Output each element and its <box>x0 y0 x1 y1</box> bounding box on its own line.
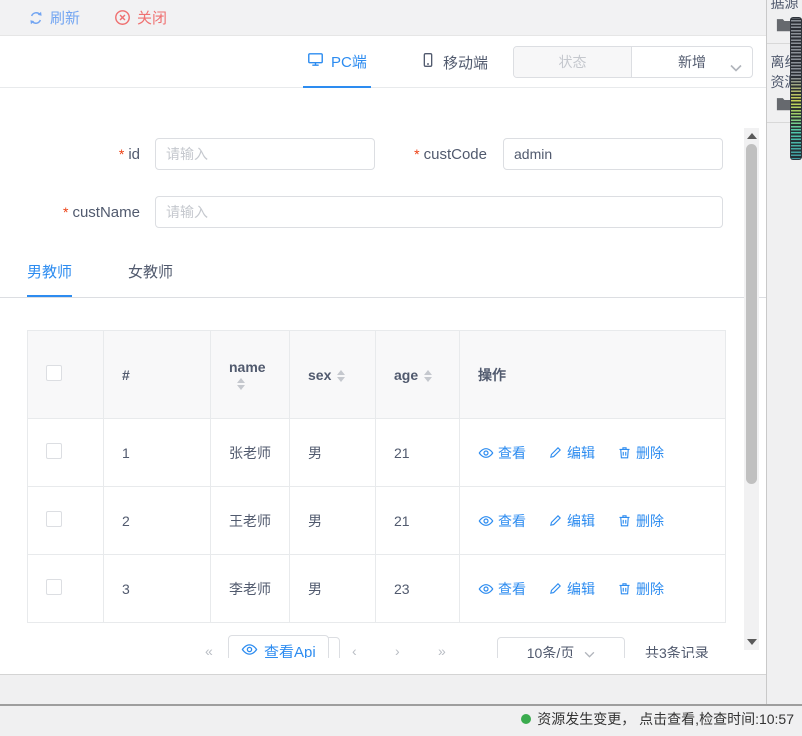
table-row: 3 李老师 男 23 查看 编辑 <box>28 555 726 623</box>
edit-button[interactable]: 编辑 <box>548 511 595 531</box>
edit-button[interactable]: 编辑 <box>548 443 595 463</box>
custcode-field-label: *custCode <box>380 138 487 170</box>
row-checkbox[interactable] <box>46 443 62 459</box>
close-button[interactable]: 关闭 <box>114 7 167 28</box>
trash-icon <box>617 513 632 528</box>
table-row: 1 张老师 男 21 查看 编辑 <box>28 419 726 487</box>
custname-input[interactable] <box>155 196 723 228</box>
sort-icon[interactable] <box>424 370 432 382</box>
scroll-down-arrow-icon[interactable] <box>747 639 757 645</box>
device-tabbar: PC端 移动端 状态 新增 <box>0 36 766 88</box>
id-field-label: *id <box>0 138 140 170</box>
sort-icon[interactable] <box>237 378 245 390</box>
trash-icon <box>617 581 632 596</box>
top-toolbar: 刷新 关闭 <box>0 0 766 36</box>
sidebar-scrollbar-meter[interactable] <box>790 17 802 160</box>
row-checkbox[interactable] <box>46 511 62 527</box>
content-viewport: *id *custCode *custName 男教师 女教师 <box>0 88 766 658</box>
teacher-tabs: 男教师 女教师 <box>0 248 766 298</box>
status-button[interactable]: 状态 <box>514 47 632 77</box>
col-header-sex[interactable]: sex <box>290 331 376 419</box>
phone-icon <box>420 52 436 72</box>
first-page-button[interactable]: « <box>205 643 213 658</box>
scrollbar-thumb[interactable] <box>746 144 757 484</box>
status-message: 资源发生变更， 点击查看,检查时间:10:57 <box>537 709 794 729</box>
col-header-name[interactable]: name <box>211 331 290 419</box>
tab-pc-label: PC端 <box>331 51 367 72</box>
view-button[interactable]: 查看 <box>478 511 526 531</box>
refresh-label: 刷新 <box>50 7 80 28</box>
tab-male-teacher[interactable]: 男教师 <box>27 256 72 297</box>
delete-button[interactable]: 删除 <box>617 511 664 531</box>
view-button[interactable]: 查看 <box>478 579 526 599</box>
close-circle-icon <box>114 9 131 26</box>
delete-button[interactable]: 删除 <box>617 579 664 599</box>
edit-button[interactable]: 编辑 <box>548 579 595 599</box>
pencil-icon <box>548 513 563 528</box>
scroll-up-arrow-icon[interactable] <box>747 133 757 139</box>
eye-icon <box>478 513 494 529</box>
view-button[interactable]: 查看 <box>478 443 526 463</box>
tab-mobile-label: 移动端 <box>443 52 488 73</box>
bottom-strip <box>0 674 802 704</box>
view-api-button[interactable]: 查看Api <box>228 635 329 658</box>
add-select[interactable]: 新增 <box>632 47 752 77</box>
tab-mobile[interactable]: 移动端 <box>420 36 488 88</box>
row-checkbox[interactable] <box>46 579 62 595</box>
pencil-icon <box>548 581 563 596</box>
id-input[interactable] <box>155 138 375 170</box>
resource-change-notice[interactable]: 资源发生变更， 点击查看,检查时间:10:57 <box>521 709 794 729</box>
total-records-text: 共3条记录 <box>645 643 709 658</box>
sidebar-item-datasource[interactable]: 据源 <box>767 0 802 13</box>
refresh-icon <box>28 10 44 26</box>
trash-icon <box>617 445 632 460</box>
content-scrollbar[interactable] <box>744 128 759 650</box>
status-bar: 资源发生变更， 点击查看,检查时间:10:57 <box>0 704 802 736</box>
add-select-value: 新增 <box>678 52 706 72</box>
delete-button[interactable]: 删除 <box>617 443 664 463</box>
required-mark: * <box>119 146 124 162</box>
pencil-icon <box>548 445 563 460</box>
refresh-button[interactable]: 刷新 <box>28 7 80 28</box>
col-header-index: # <box>104 331 211 419</box>
resource-sidebar: 据源 离线资源 <box>766 0 802 704</box>
last-page-button[interactable]: » <box>438 643 446 658</box>
col-header-age[interactable]: age <box>376 331 460 419</box>
eye-icon <box>478 445 494 461</box>
eye-icon <box>478 581 494 597</box>
col-header-actions: 操作 <box>460 331 726 419</box>
green-status-dot-icon <box>521 714 531 724</box>
chevron-down-icon <box>730 59 742 75</box>
select-all-checkbox[interactable] <box>46 365 62 381</box>
teacher-table: # name sex age 操作 <box>27 330 726 623</box>
page-size-select[interactable]: 10条/页 <box>497 637 625 658</box>
table-header-row: # name sex age 操作 <box>28 331 726 419</box>
required-mark: * <box>63 204 68 220</box>
next-page-button[interactable]: › <box>395 643 400 658</box>
eye-icon <box>241 641 258 659</box>
custname-field-label: *custName <box>0 196 140 228</box>
chevron-down-icon <box>584 645 595 658</box>
status-add-control: 状态 新增 <box>513 46 753 78</box>
required-mark: * <box>414 146 419 162</box>
app-window: 刷新 关闭 PC端 <box>0 0 802 736</box>
custcode-input[interactable] <box>503 138 723 170</box>
tab-female-teacher[interactable]: 女教师 <box>128 256 173 297</box>
monitor-icon <box>307 51 324 72</box>
prev-page-button[interactable]: ‹ <box>352 643 357 658</box>
tab-pc[interactable]: PC端 <box>303 36 371 88</box>
close-label: 关闭 <box>137 7 167 28</box>
status-label: 状态 <box>559 52 587 72</box>
sort-icon[interactable] <box>337 370 345 382</box>
table-row: 2 王老师 男 21 查看 编辑 <box>28 487 726 555</box>
